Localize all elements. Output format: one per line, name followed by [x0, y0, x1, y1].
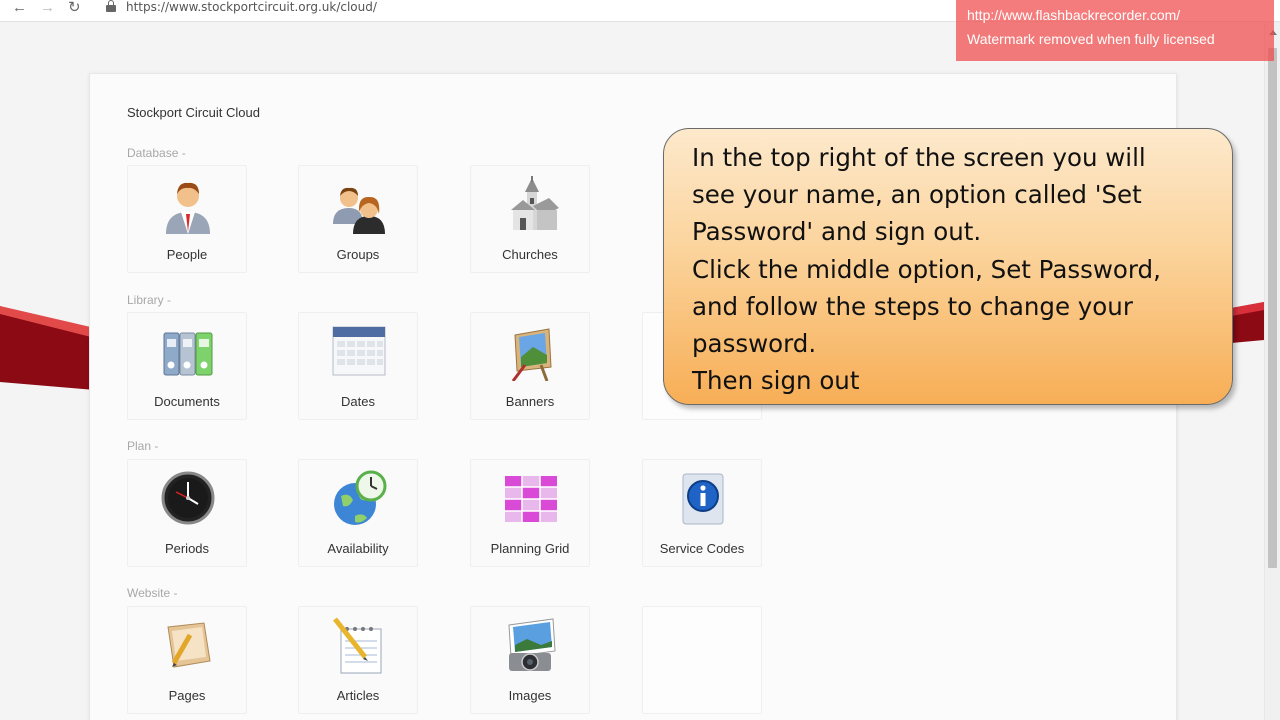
tile-label: Planning Grid	[490, 541, 570, 556]
tile-label: Images	[508, 688, 552, 703]
calendar-icon	[332, 326, 386, 376]
tile-planning-grid[interactable]: Planning Grid	[470, 459, 590, 567]
page-scrollbar[interactable]	[1264, 22, 1280, 720]
section-label-library: Library -	[127, 293, 172, 307]
lock-icon	[106, 0, 116, 12]
info-icon	[682, 473, 724, 525]
tile-availability[interactable]: Availability	[298, 459, 418, 567]
camera-photo-icon	[508, 618, 556, 671]
tile-label: People	[166, 247, 208, 262]
reload-icon[interactable]: ↻	[68, 0, 81, 16]
callout-line: Password' and sign out.	[692, 217, 982, 247]
tile-service-codes[interactable]: Service Codes	[642, 459, 762, 567]
tile-label: Pages	[168, 688, 206, 703]
tile-churches[interactable]: Churches	[470, 165, 590, 273]
tile-label: Periods	[164, 541, 210, 556]
tile-periods[interactable]: Periods	[127, 459, 247, 567]
pages-icon	[167, 622, 211, 668]
clock-icon	[161, 471, 215, 525]
tile-dates[interactable]: Dates	[298, 312, 418, 420]
tile-label: Availability	[327, 541, 389, 556]
grid-icon	[505, 476, 557, 522]
person-icon	[166, 182, 210, 234]
tile-pages[interactable]: Pages	[127, 606, 247, 714]
watermark-url: http://www.flashbackrecorder.com/	[967, 7, 1181, 23]
banner-easel-icon	[511, 328, 552, 381]
callout-line: Then sign out	[692, 366, 860, 396]
binders-icon	[163, 332, 213, 376]
callout-line: password.	[692, 329, 817, 359]
tile-documents[interactable]: Documents	[127, 312, 247, 420]
tile-images[interactable]: Images	[470, 606, 590, 714]
site-title: Stockport Circuit Cloud	[127, 105, 260, 120]
notepad-pencil-icon	[333, 617, 382, 674]
callout-line: Click the middle option, Set Password,	[692, 254, 1161, 284]
tile-articles[interactable]: Articles	[298, 606, 418, 714]
instruction-callout: In the top right of the screen you will …	[663, 128, 1233, 405]
tile-label: Banners	[505, 394, 555, 409]
tile-label: Dates	[341, 394, 375, 409]
tile-people[interactable]: People	[127, 165, 247, 273]
back-arrow-icon[interactable]: ←	[12, 0, 27, 16]
tile-label: Documents	[154, 394, 220, 409]
group-icon	[333, 187, 385, 234]
church-icon	[511, 176, 559, 230]
tile-label: Articles	[336, 688, 380, 703]
tile-empty[interactable]	[642, 606, 762, 714]
tile-label: Churches	[502, 247, 558, 262]
tile-banners[interactable]: Banners	[470, 312, 590, 420]
globe-clock-icon	[334, 470, 387, 525]
section-label-database: Database -	[127, 146, 186, 160]
callout-line: see your name, an option called 'Set	[692, 180, 1142, 210]
tile-label: Groups	[336, 247, 380, 262]
url-field[interactable]: https://www.stockportcircuit.org.uk/clou…	[126, 0, 377, 14]
tile-groups[interactable]: Groups	[298, 165, 418, 273]
callout-line: and follow the steps to change your	[692, 291, 1133, 321]
section-label-website: Website -	[127, 586, 178, 600]
forward-arrow-icon[interactable]: →	[40, 0, 55, 16]
watermark-notice: Watermark removed when fully licensed	[967, 31, 1215, 47]
tile-label: Service Codes	[659, 541, 745, 556]
callout-line: In the top right of the screen you will	[692, 143, 1146, 172]
scrollbar-thumb[interactable]	[1268, 48, 1277, 568]
recorder-watermark: http://www.flashbackrecorder.com/ Waterm…	[956, 0, 1274, 61]
section-label-plan: Plan -	[127, 439, 159, 453]
